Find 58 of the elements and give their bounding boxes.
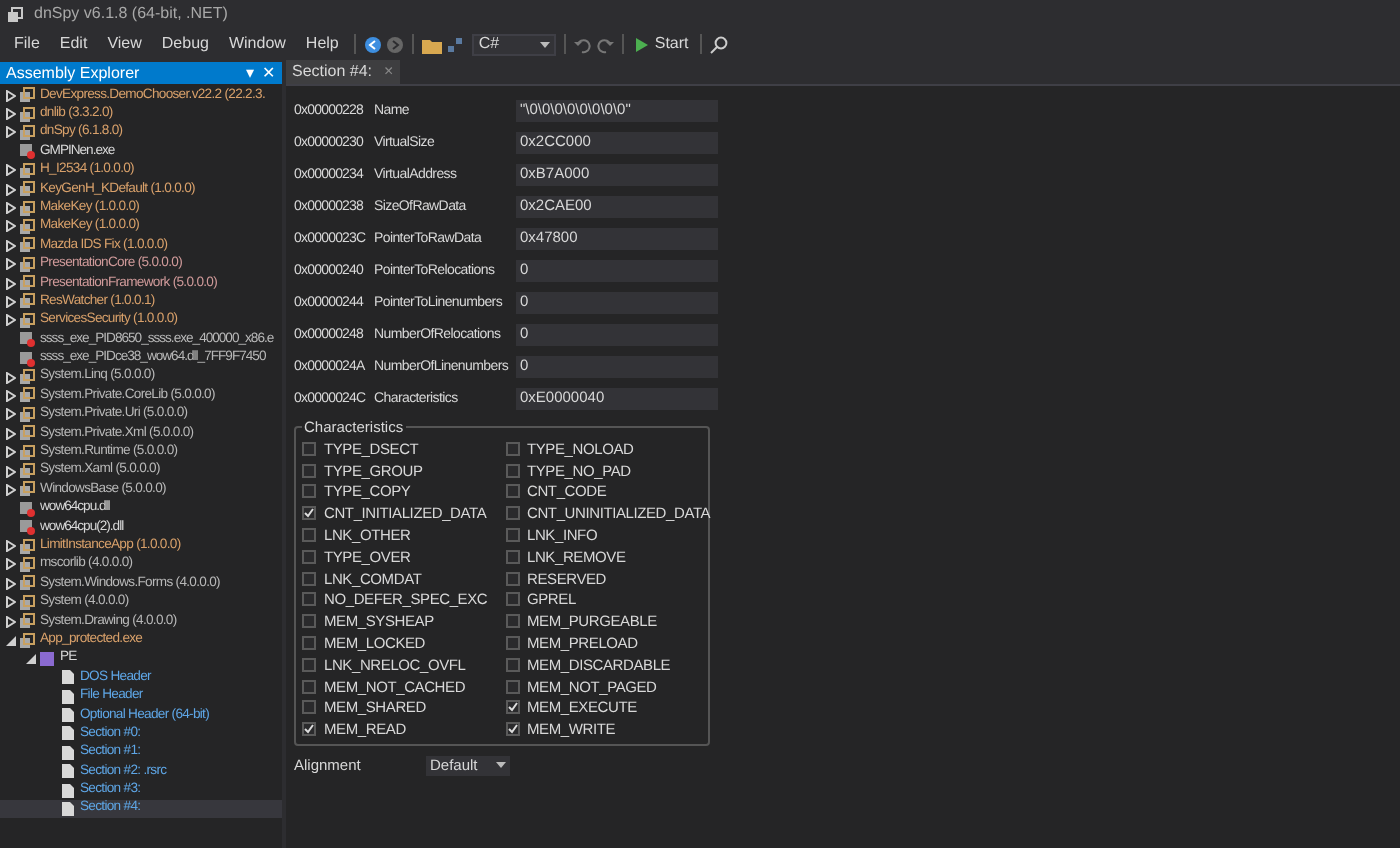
square-icon <box>38 649 56 668</box>
checkbox[interactable] <box>302 592 316 607</box>
folder-icon[interactable] <box>422 35 443 53</box>
menu-item[interactable]: Help <box>297 32 347 56</box>
checkbox[interactable] <box>505 463 519 478</box>
checkbox[interactable] <box>505 679 519 694</box>
checkbox[interactable] <box>302 700 316 715</box>
checkbox[interactable] <box>505 592 519 607</box>
checkbox[interactable] <box>505 549 519 564</box>
module-icon <box>18 518 36 537</box>
panel-title: Assembly Explorer <box>6 62 140 85</box>
checkbox[interactable] <box>302 484 316 499</box>
checkbox[interactable] <box>302 463 316 478</box>
check-icon <box>304 508 314 519</box>
dropdown-arrow-icon <box>540 41 551 47</box>
checkbox[interactable] <box>302 679 316 694</box>
redo-icon[interactable] <box>596 35 615 53</box>
play-icon <box>636 37 649 51</box>
window-title: dnSpy v6.1.8 (64-bit, .NET) <box>34 2 228 26</box>
app-icon <box>6 5 24 23</box>
checkbox[interactable] <box>302 657 316 672</box>
checkbox[interactable] <box>302 528 316 543</box>
checkbox[interactable] <box>302 571 316 586</box>
module-icon <box>18 142 36 161</box>
menu-item[interactable]: View <box>99 32 150 56</box>
module-icon <box>18 349 36 368</box>
checkbox[interactable] <box>505 528 519 543</box>
search-icon[interactable] <box>710 35 729 53</box>
module-icon <box>18 499 36 518</box>
back-icon[interactable] <box>364 35 383 53</box>
menu-item[interactable]: Debug <box>153 32 217 56</box>
pin-button[interactable]: ▾ <box>246 62 254 85</box>
checkbox[interactable] <box>505 700 519 715</box>
checkbox[interactable] <box>302 722 316 737</box>
checkbox[interactable] <box>302 614 316 629</box>
menu-item[interactable]: Window <box>220 32 294 56</box>
checkbox[interactable] <box>505 506 519 521</box>
document-tab[interactable]: Section #4: × <box>286 60 400 84</box>
language-dropdown[interactable]: C# <box>472 33 557 55</box>
checkbox[interactable] <box>302 441 316 456</box>
menu-item[interactable]: File <box>6 32 48 56</box>
checkbox[interactable] <box>505 571 519 586</box>
check-icon <box>304 724 314 735</box>
close-button[interactable]: ✕ <box>262 62 276 85</box>
start-button[interactable]: Start <box>632 32 693 56</box>
checkbox[interactable] <box>505 484 519 499</box>
checkbox[interactable] <box>302 636 316 651</box>
checkbox[interactable] <box>505 657 519 672</box>
checkbox[interactable] <box>302 549 316 564</box>
checkbox[interactable] <box>505 722 519 737</box>
checkbox[interactable] <box>505 636 519 651</box>
checkbox[interactable] <box>302 506 316 521</box>
undo-icon[interactable] <box>574 35 593 53</box>
module-icon <box>18 330 36 349</box>
checkbox[interactable] <box>505 614 519 629</box>
checkbox[interactable] <box>505 441 519 456</box>
dropdown-arrow-icon <box>496 762 506 769</box>
menu-item[interactable]: Edit <box>51 32 96 56</box>
